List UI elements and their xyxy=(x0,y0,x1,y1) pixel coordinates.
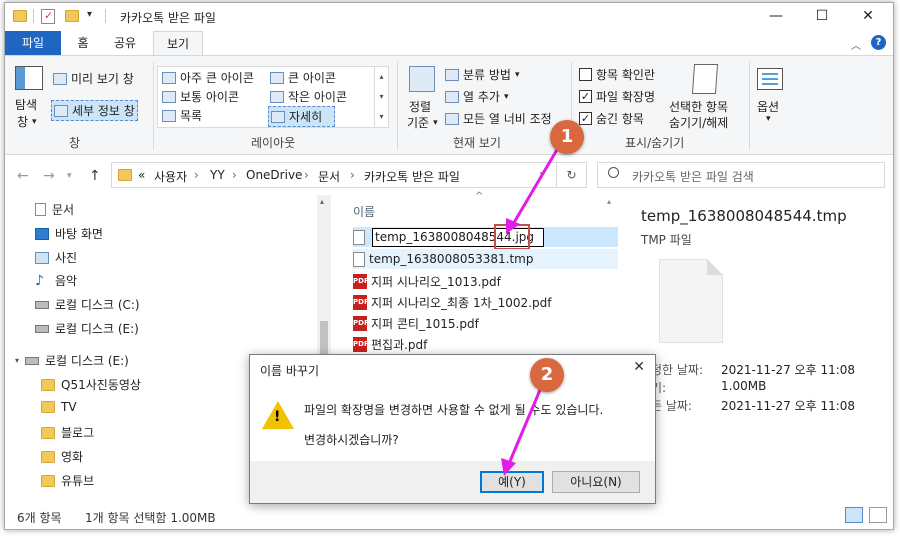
annotation-arrows xyxy=(501,147,560,476)
arrow-head-1 xyxy=(506,218,520,234)
step-2-badge: 2 xyxy=(530,358,564,392)
step-1-badge: 1 xyxy=(550,120,584,154)
arrow-line-2 xyxy=(506,389,542,467)
arrow-line-1 xyxy=(510,147,560,227)
arrow-head-2 xyxy=(501,458,516,476)
